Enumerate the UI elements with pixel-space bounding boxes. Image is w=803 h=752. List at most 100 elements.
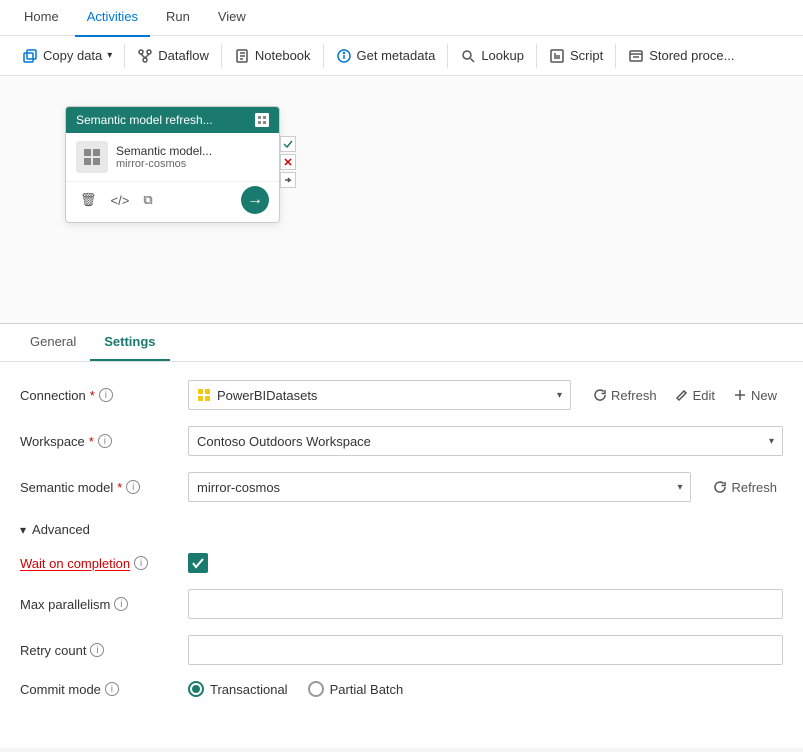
connection-refresh-btn[interactable]: Refresh — [587, 384, 663, 407]
lookup-button[interactable]: Lookup — [450, 42, 534, 70]
plus-icon — [733, 388, 747, 402]
dropdown-arrow: ▾ — [107, 50, 112, 61]
connection-chevron: ▾ — [557, 390, 562, 401]
connection-new-btn[interactable]: New — [727, 384, 783, 407]
wait-on-completion-label: Wait on completion i — [20, 556, 180, 571]
semantic-model-actions: Refresh — [707, 476, 783, 499]
script-button[interactable]: Script — [539, 42, 613, 70]
retry-count-info-icon[interactable]: i — [90, 643, 104, 657]
nav-run[interactable]: Run — [154, 0, 202, 37]
semantic-model-info-icon[interactable]: i — [126, 480, 140, 494]
divider-6 — [615, 44, 616, 68]
max-parallelism-input-container — [188, 589, 783, 619]
max-parallelism-row: Max parallelism i — [20, 589, 783, 619]
transactional-radio[interactable]: Transactional — [188, 681, 288, 697]
node-resize-btn[interactable] — [255, 113, 269, 127]
semantic-model-select[interactable]: mirror-cosmos ▾ — [188, 472, 691, 502]
wait-on-completion-row: Wait on completion i — [20, 553, 783, 573]
node-info: Semantic model... mirror-cosmos — [116, 144, 269, 170]
commit-mode-label: Commit mode i — [20, 682, 180, 697]
info-circle-icon — [336, 48, 352, 64]
nav-view[interactable]: View — [206, 0, 258, 37]
code-node-btn[interactable]: </> — [107, 191, 134, 210]
status-cross-btn[interactable] — [280, 154, 296, 170]
connection-edit-btn[interactable]: Edit — [669, 384, 721, 407]
bottom-panel: General Settings Connection * i PowerBID… — [0, 324, 803, 748]
nav-activities[interactable]: Activities — [75, 0, 150, 37]
workspace-value: Contoso Outdoors Workspace — [197, 434, 769, 449]
refresh-icon — [593, 388, 607, 402]
semantic-model-select-box[interactable]: mirror-cosmos ▾ — [188, 472, 691, 502]
partial-batch-radio[interactable]: Partial Batch — [308, 681, 404, 697]
edit-icon — [675, 388, 689, 402]
notebook-icon — [234, 48, 250, 64]
transactional-radio-circle — [188, 681, 204, 697]
connection-select-box[interactable]: PowerBIDatasets ▾ — [188, 380, 571, 410]
status-check-btn[interactable] — [280, 136, 296, 152]
retry-count-row: Retry count i — [20, 635, 783, 665]
semantic-model-label: Semantic model * i — [20, 480, 180, 495]
semantic-model-chevron: ▾ — [677, 482, 682, 493]
dataflow-icon — [137, 48, 153, 64]
partial-batch-radio-circle — [308, 681, 324, 697]
connection-select[interactable]: PowerBIDatasets ▾ — [188, 380, 571, 410]
workspace-row: Workspace * i Contoso Outdoors Workspace… — [20, 426, 783, 456]
delete-node-btn[interactable]: 🗑 — [76, 190, 101, 210]
stored-procedure-button[interactable]: Stored proce... — [618, 42, 744, 70]
semantic-model-refresh-btn[interactable]: Refresh — [707, 476, 783, 499]
powerbi-icon — [197, 388, 211, 402]
canvas-area: Semantic model refresh... Semantic model… — [0, 76, 803, 324]
node-header: Semantic model refresh... — [66, 107, 279, 133]
panel-tabs: General Settings — [0, 324, 803, 362]
connection-info-icon[interactable]: i — [99, 388, 113, 402]
node-body: Semantic model... mirror-cosmos — [66, 133, 279, 181]
max-parallelism-info-icon[interactable]: i — [114, 597, 128, 611]
stored-proc-icon — [628, 48, 644, 64]
commit-mode-options: Transactional Partial Batch — [188, 681, 783, 697]
copy-node-btn[interactable]: ⧉ — [139, 190, 156, 210]
advanced-toggle[interactable]: ▾ Advanced — [20, 518, 783, 541]
max-parallelism-input[interactable] — [188, 589, 783, 619]
nav-home[interactable]: Home — [12, 0, 71, 37]
copy-data-button[interactable]: Copy data ▾ — [12, 42, 122, 70]
workspace-select-box[interactable]: Contoso Outdoors Workspace ▾ — [188, 426, 783, 456]
commit-mode-row: Commit mode i Transactional Partial Batc… — [20, 681, 783, 697]
dataflow-button[interactable]: Dataflow — [127, 42, 219, 70]
tab-general[interactable]: General — [16, 324, 90, 361]
workspace-info-icon[interactable]: i — [98, 434, 112, 448]
node-name: Semantic model... — [116, 144, 269, 158]
tab-settings[interactable]: Settings — [90, 324, 169, 361]
wait-checkbox[interactable] — [188, 553, 208, 573]
retry-count-label: Retry count i — [20, 643, 180, 658]
divider-2 — [221, 44, 222, 68]
node-arrow-btn[interactable]: → — [241, 186, 269, 214]
notebook-button[interactable]: Notebook — [224, 42, 321, 70]
wait-info-icon[interactable]: i — [134, 556, 148, 570]
workspace-label: Workspace * i — [20, 434, 180, 449]
workspace-select[interactable]: Contoso Outdoors Workspace ▾ — [188, 426, 783, 456]
workspace-required: * — [89, 434, 94, 449]
node-title: Semantic model refresh... — [76, 113, 213, 127]
status-arrow-btn[interactable] — [280, 172, 296, 188]
divider-4 — [447, 44, 448, 68]
search-icon — [460, 48, 476, 64]
node-actions: 🗑 </> ⧉ → — [66, 181, 279, 222]
panel-content: Connection * i PowerBIDatasets ▾ Refresh — [0, 362, 803, 748]
script-icon — [549, 48, 565, 64]
top-nav: Home Activities Run View — [0, 0, 803, 36]
connection-row: Connection * i PowerBIDatasets ▾ Refresh — [20, 380, 783, 410]
node-sub: mirror-cosmos — [116, 158, 269, 170]
workspace-chevron: ▾ — [769, 436, 774, 447]
semantic-model-value: mirror-cosmos — [197, 480, 677, 495]
commit-mode-info-icon[interactable]: i — [105, 682, 119, 696]
wait-checkbox-container — [188, 553, 783, 573]
divider-5 — [536, 44, 537, 68]
max-parallelism-label: Max parallelism i — [20, 597, 180, 612]
retry-count-input[interactable] — [188, 635, 783, 665]
commit-mode-radio-group: Transactional Partial Batch — [188, 681, 783, 697]
divider-3 — [323, 44, 324, 68]
checkmark-icon — [191, 556, 205, 570]
activity-node: Semantic model refresh... Semantic model… — [65, 106, 280, 223]
get-metadata-button[interactable]: Get metadata — [326, 42, 446, 70]
connection-required: * — [90, 388, 95, 403]
